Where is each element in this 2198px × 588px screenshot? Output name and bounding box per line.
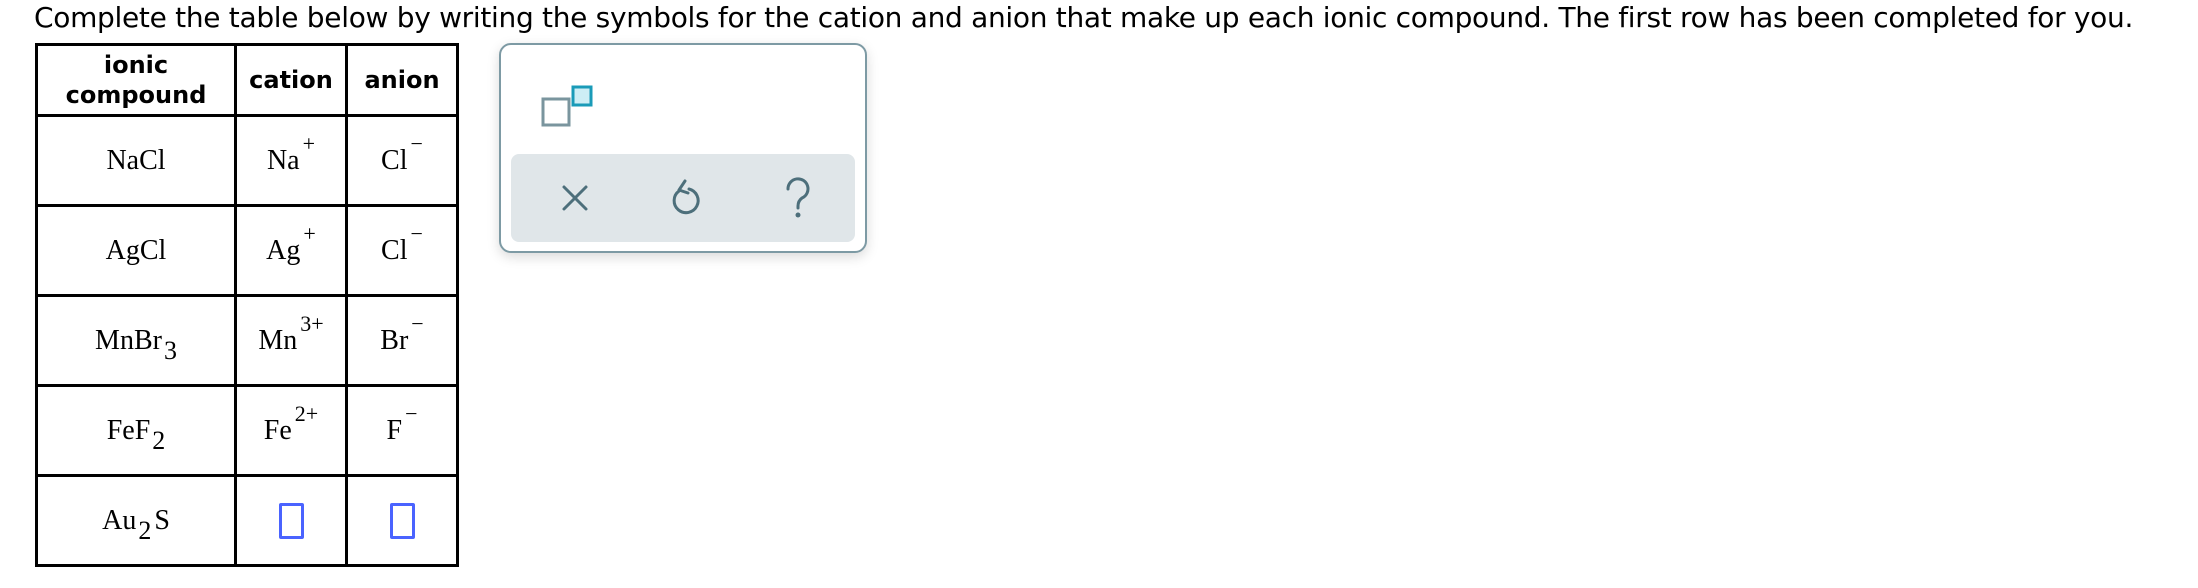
ion-charge: − — [405, 400, 418, 426]
anion-cell: Cl− — [345, 114, 459, 207]
anion-formula: Br− — [380, 311, 423, 357]
table-row: Au2 S — [35, 474, 459, 567]
cation-formula: Na+ — [266, 131, 315, 177]
cation-cell: Mn3+ — [234, 294, 348, 387]
formula-base: MnBr — [95, 324, 162, 356]
ion-charge: 2+ — [294, 400, 319, 426]
formula-base: NaCl — [106, 144, 166, 176]
formula-subscript: 2 — [152, 425, 166, 455]
anion-cell: Cl− — [345, 204, 459, 297]
anion-formula: F− — [386, 401, 418, 447]
anion-answer-input[interactable] — [389, 502, 415, 539]
cation-cell: Na+ — [234, 114, 348, 207]
ion-symbol: Mn — [258, 324, 298, 356]
table-row: MnBr3 Mn3+ Br− — [35, 294, 459, 387]
formula-tail: S — [154, 504, 170, 536]
ion-charge: − — [411, 310, 424, 336]
table-row: NaCl Na+ Cl− — [35, 114, 459, 207]
ion-symbol: Cl — [381, 234, 408, 266]
ion-symbol: F — [386, 414, 403, 446]
compound-formula: AgCl — [106, 235, 167, 267]
anion-cell: F− — [345, 384, 459, 477]
superscript-template-icon — [541, 85, 593, 127]
table-header-row: ionic compound cation anion — [35, 43, 459, 117]
ion-symbol: Fe — [263, 414, 292, 446]
ion-symbol: Br — [380, 324, 409, 356]
undo-button[interactable] — [665, 176, 709, 220]
ion-charge: + — [303, 220, 316, 246]
formula-subscript: 3 — [163, 335, 177, 365]
anion-formula: Cl− — [381, 131, 423, 177]
compound-formula: FeF2 — [106, 414, 166, 455]
clear-button[interactable] — [553, 176, 597, 220]
clear-x-icon — [562, 185, 588, 211]
formula-base: AgCl — [105, 234, 167, 266]
ion-symbol: Ag — [266, 234, 301, 266]
cation-formula: Mn3+ — [258, 311, 323, 357]
help-button[interactable] — [777, 176, 821, 220]
cation-formula: Fe2+ — [263, 401, 318, 447]
instructions-text: Complete the table below by writing the … — [34, 1, 2134, 34]
palette-toolbar — [511, 154, 855, 242]
ion-symbol: Cl — [381, 144, 408, 176]
cation-formula: Ag+ — [266, 221, 316, 267]
header-ionic-compound: ionic compound — [35, 43, 237, 117]
header-line-1: ionic — [103, 51, 169, 79]
compound-cell: AgCl — [35, 204, 237, 297]
undo-icon — [672, 179, 700, 215]
header-line-2: compound — [65, 81, 207, 109]
cation-cell — [234, 474, 348, 567]
compound-formula: NaCl — [106, 145, 165, 177]
ion-symbol: Na — [266, 144, 300, 176]
ion-charge: − — [410, 130, 423, 156]
anion-cell — [345, 474, 459, 567]
compound-cell: Au2 S — [35, 474, 237, 567]
formula-base: Au — [102, 504, 137, 536]
header-anion: anion — [345, 43, 459, 117]
compound-cell: NaCl — [35, 114, 237, 207]
compound-cell: MnBr3 — [35, 294, 237, 387]
anion-formula: Cl− — [381, 221, 423, 267]
anion-cell: Br− — [345, 294, 459, 387]
help-question-icon — [786, 177, 810, 218]
compound-formula: MnBr3 — [95, 324, 177, 365]
math-input-palette — [499, 43, 867, 253]
ion-charge: 3+ — [300, 310, 324, 336]
superscript-button[interactable] — [541, 83, 601, 133]
cation-answer-input[interactable] — [278, 502, 304, 539]
table-row: AgCl Ag+ Cl− — [35, 204, 459, 297]
ion-charge: + — [302, 130, 316, 156]
ion-charge: − — [410, 220, 423, 246]
formula-subscript: 2 — [138, 515, 152, 545]
header-cation: cation — [234, 43, 348, 117]
compound-cell: FeF2 — [35, 384, 237, 477]
table-row: FeF2 Fe2+ F− — [35, 384, 459, 477]
ionic-compound-table: ionic compound cation anion NaCl Na+ Cl−… — [35, 43, 459, 567]
formula-base: FeF — [106, 414, 151, 446]
compound-formula: Au2 S — [102, 504, 170, 545]
cation-cell: Fe2+ — [234, 384, 348, 477]
cation-cell: Ag+ — [234, 204, 348, 297]
